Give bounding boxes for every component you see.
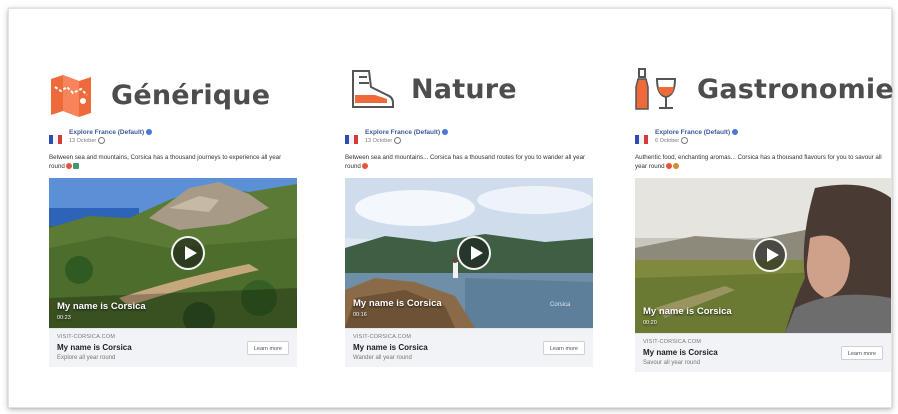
post-date-row: 13 October xyxy=(365,137,448,145)
link-description: Explore all year round xyxy=(57,355,116,361)
play-button[interactable] xyxy=(171,236,205,270)
post-date[interactable]: 13 October xyxy=(365,138,392,144)
category-title: Gastronomie xyxy=(697,73,894,105)
ads-panel: Générique Nature Gastronomie Explore Fra… xyxy=(8,8,894,408)
link-domain: VISIT-CORSICA.COM xyxy=(57,334,116,340)
video-duration: 00:16 xyxy=(353,312,367,318)
verified-icon xyxy=(442,129,449,136)
link-preview[interactable]: VISIT-CORSICA.COM My name is Corsica Sav… xyxy=(635,333,891,372)
map-icon xyxy=(51,75,91,117)
post-date-row: 6 October xyxy=(655,137,738,145)
post-header: Explore France (Default) 13 October xyxy=(49,129,297,151)
post-text-content: Authentic food, enchanting aromas... Cor… xyxy=(635,154,882,170)
post-text: Between sea and mountains, Corsica has a… xyxy=(49,154,297,172)
heart-eyes-emoji-icon xyxy=(65,162,72,169)
verified-icon xyxy=(146,129,153,136)
post-date[interactable]: 13 October xyxy=(69,138,96,144)
page-name[interactable]: Explore France (Default) xyxy=(655,129,730,136)
post-text-content: Between sea and mountains, Corsica has a… xyxy=(49,154,282,170)
map-emoji-icon xyxy=(72,162,79,169)
video-title: My name is Corsica xyxy=(57,301,146,312)
category-gastronomie: Gastronomie xyxy=(633,65,894,113)
ad-post-generique: Explore France (Default) 13 October Betw… xyxy=(49,129,297,367)
wine-glass-icon xyxy=(635,68,677,110)
video-player[interactable]: My name is Corsica 00:23 xyxy=(49,178,297,328)
video-player[interactable]: My name is Corsica 00:16 Corsica xyxy=(345,178,593,328)
link-preview[interactable]: VISIT-CORSICA.COM My name is Corsica Wan… xyxy=(345,328,593,367)
learn-more-button[interactable]: Learn more xyxy=(840,346,883,360)
category-nature: Nature xyxy=(347,65,517,113)
link-domain: VISIT-CORSICA.COM xyxy=(353,334,412,340)
link-headline[interactable]: My name is Corsica xyxy=(643,348,718,357)
video-title: My name is Corsica xyxy=(353,298,442,309)
category-title: Nature xyxy=(411,73,517,105)
hiking-boot-icon xyxy=(352,70,394,108)
page-name-link[interactable]: Explore France (Default) xyxy=(69,129,153,137)
play-button[interactable] xyxy=(753,238,787,272)
learn-more-button[interactable]: Learn more xyxy=(542,341,585,355)
globe-icon xyxy=(681,137,689,145)
post-text: Between sea and mountains... Corsica has… xyxy=(345,154,593,172)
page-name-link[interactable]: Explore France (Default) xyxy=(365,129,449,137)
post-date-row: 13 October xyxy=(69,137,152,145)
category-title: Générique xyxy=(111,79,271,111)
post-date[interactable]: 6 October xyxy=(655,138,679,144)
ad-post-nature: Explore France (Default) 13 October Betw… xyxy=(345,129,593,367)
post-header: Explore France (Default) 13 October xyxy=(345,129,593,151)
link-headline[interactable]: My name is Corsica xyxy=(353,343,428,352)
video-duration: 00:23 xyxy=(57,315,71,321)
verified-icon xyxy=(732,129,739,136)
heart-eyes-emoji-icon xyxy=(665,162,672,169)
post-header: Explore France (Default) 6 October xyxy=(635,129,883,151)
video-duration: 00:20 xyxy=(643,320,657,326)
food-emoji-icon xyxy=(672,162,679,169)
post-text: Authentic food, enchanting aromas... Cor… xyxy=(635,154,883,172)
video-player[interactable]: My name is Corsica 00:20 xyxy=(635,178,891,333)
video-title: My name is Corsica xyxy=(643,306,732,317)
link-description: Savour all year round xyxy=(643,360,701,366)
france-flag-icon xyxy=(49,135,62,144)
heart-eyes-emoji-icon xyxy=(361,162,368,169)
watermark-text: Corsica xyxy=(550,302,571,308)
link-headline[interactable]: My name is Corsica xyxy=(57,343,132,352)
france-flag-icon xyxy=(345,135,358,144)
ad-post-gastronomie: Explore France (Default) 6 October Authe… xyxy=(635,129,891,372)
link-description: Wander all year round xyxy=(353,355,412,361)
page-name[interactable]: Explore France (Default) xyxy=(69,129,144,136)
france-flag-icon xyxy=(635,135,648,144)
page-name-link[interactable]: Explore France (Default) xyxy=(655,129,739,137)
post-text-content: Between sea and mountains... Corsica has… xyxy=(345,154,586,170)
play-button[interactable] xyxy=(457,236,491,270)
link-domain: VISIT-CORSICA.COM xyxy=(643,339,702,345)
page-name[interactable]: Explore France (Default) xyxy=(365,129,440,136)
learn-more-button[interactable]: Learn more xyxy=(246,341,289,355)
category-generique: Générique xyxy=(47,71,270,119)
link-preview[interactable]: VISIT-CORSICA.COM My name is Corsica Exp… xyxy=(49,328,297,367)
globe-icon xyxy=(394,137,402,145)
globe-icon xyxy=(98,137,106,145)
